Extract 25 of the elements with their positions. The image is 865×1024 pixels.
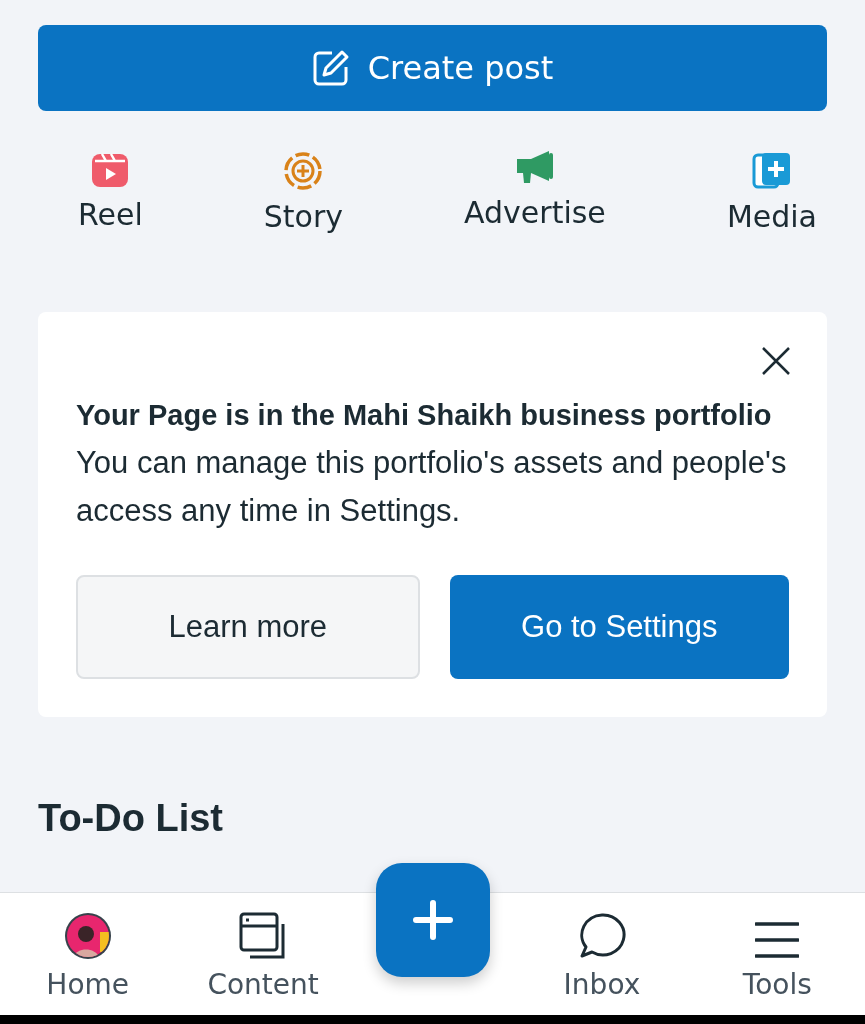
- profile-avatar: [63, 912, 112, 960]
- menu-icon: [755, 920, 800, 960]
- settings-button[interactable]: Go to Settings: [449, 575, 789, 679]
- advertise-action[interactable]: Advertise: [464, 151, 606, 234]
- notice-title: Your Page is in the Mahi Shaikh business portfolio: [76, 398, 773, 433]
- nav-tab[interactable]: Content: [175, 893, 351, 1015]
- notice-text: You can manage this portfolio's assets and people's access any time in Settings.: [76, 444, 788, 530]
- nav-tab[interactable]: Home: [0, 893, 176, 1015]
- chat-bubble-icon: [577, 912, 626, 960]
- close-icon: [761, 346, 791, 376]
- learn-more-button[interactable]: Learn more: [76, 575, 420, 679]
- add-media-icon: [751, 151, 792, 191]
- nav-tab[interactable]: Inbox: [514, 893, 690, 1015]
- media-action[interactable]: Media: [726, 151, 817, 234]
- reel-action[interactable]: Reel: [78, 151, 143, 234]
- plus-icon: [412, 900, 453, 940]
- create-post-button[interactable]: Create post: [38, 25, 827, 111]
- section-heading: To-Do List: [38, 797, 225, 840]
- dashed-plus-circle-icon: [283, 151, 324, 191]
- content-icon: [239, 912, 288, 960]
- add-button[interactable]: [375, 863, 490, 977]
- story-action[interactable]: Story: [263, 151, 344, 234]
- nav-tab[interactable]: Tools: [689, 893, 865, 1015]
- reel-icon: [91, 151, 130, 189]
- edit-icon: [311, 49, 350, 87]
